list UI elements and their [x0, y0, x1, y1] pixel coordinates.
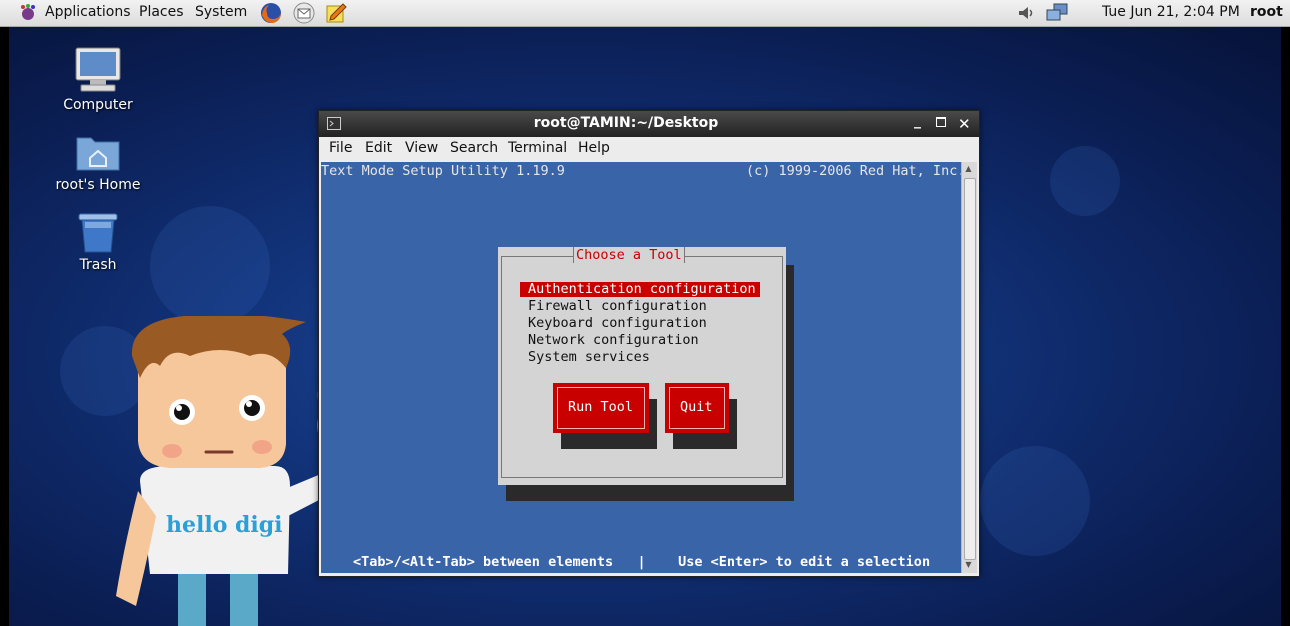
wallpaper-bubble	[150, 206, 270, 326]
computer-icon	[75, 47, 121, 92]
menu-search[interactable]: Search	[450, 140, 498, 156]
gnome-foot-icon[interactable]	[18, 3, 38, 23]
desktop-icon-home[interactable]: root's Home	[43, 132, 153, 194]
wallpaper-bubble	[1050, 146, 1120, 216]
desktop-icon-trash[interactable]: Trash	[43, 210, 153, 273]
menu-edit[interactable]: Edit	[365, 140, 392, 156]
wallpaper-bubble	[980, 446, 1090, 556]
firefox-icon[interactable]	[259, 1, 283, 25]
close-icon[interactable]: ✕	[958, 115, 971, 133]
menu-places[interactable]: Places	[139, 4, 184, 20]
tool-item-authentication[interactable]: Authentication configuration	[528, 281, 756, 297]
tui-header-left: Text Mode Setup Utility 1.19.9	[321, 163, 565, 179]
menu-view[interactable]: View	[405, 140, 438, 156]
home-folder-icon	[76, 137, 120, 171]
maximize-icon[interactable]	[936, 117, 946, 127]
desktop-icon-label: Computer	[63, 97, 133, 113]
menu-terminal[interactable]: Terminal	[508, 140, 567, 156]
tool-item-firewall[interactable]: Firewall configuration	[528, 298, 707, 314]
clock[interactable]: Tue Jun 21, 2:04 PM	[1102, 4, 1240, 20]
menu-file[interactable]: File	[329, 140, 352, 156]
left-edge	[0, 26, 9, 626]
menu-help[interactable]: Help	[578, 140, 610, 156]
notes-icon[interactable]	[325, 2, 347, 24]
trash-icon	[78, 213, 118, 253]
user-name[interactable]: root	[1250, 4, 1283, 20]
scroll-down-arrow[interactable]: ▼	[963, 560, 974, 571]
desktop-icon-computer[interactable]: Computer	[43, 46, 153, 116]
tool-item-keyboard[interactable]: Keyboard configuration	[528, 315, 707, 331]
mascot-shirt-text: hello digi	[166, 512, 283, 538]
window-menubar: File Edit View Search Terminal Help	[319, 137, 979, 161]
desktop-icon-label: Trash	[79, 257, 117, 273]
tool-item-network[interactable]: Network configuration	[528, 332, 699, 348]
menu-system[interactable]: System	[195, 4, 247, 20]
mail-icon[interactable]	[292, 1, 316, 25]
dialog-title: Choose a Tool	[573, 247, 685, 263]
right-edge	[1281, 26, 1290, 626]
quit-label: Quit	[680, 399, 713, 415]
run-tool-label: Run Tool	[568, 399, 634, 415]
terminal-window[interactable]: root@TAMIN:~/Desktop _ ✕ File Edit View …	[318, 110, 980, 577]
tool-item-services[interactable]: System services	[528, 349, 650, 365]
terminal-screen[interactable]: Text Mode Setup Utility 1.19.9 (c) 1999-…	[321, 162, 965, 573]
menu-applications[interactable]: Applications	[45, 4, 131, 20]
minimize-icon[interactable]: _	[914, 113, 921, 129]
network-icon[interactable]	[1045, 3, 1069, 23]
tui-footer: <Tab>/<Alt-Tab> between elements | Use <…	[353, 554, 931, 570]
scroll-up-arrow[interactable]: ▲	[963, 164, 974, 175]
tool-dialog: Choose a Tool Authentication configurati…	[498, 247, 786, 485]
scroll-thumb[interactable]	[964, 178, 976, 560]
run-tool-button[interactable]: Run Tool	[553, 383, 649, 433]
window-titlebar[interactable]: root@TAMIN:~/Desktop _ ✕	[319, 111, 979, 137]
terminal-scrollbar[interactable]: ▲ ▼	[961, 162, 977, 573]
top-panel: Applications Places System Tue Jun 21, 2…	[0, 0, 1290, 27]
quit-button[interactable]: Quit	[665, 383, 729, 433]
tui-header-right: (c) 1999-2006 Red Hat, Inc.	[746, 163, 966, 179]
desktop-icon-label: root's Home	[55, 177, 141, 193]
window-title: root@TAMIN:~/Desktop	[533, 115, 719, 131]
volume-icon[interactable]	[1016, 3, 1036, 23]
